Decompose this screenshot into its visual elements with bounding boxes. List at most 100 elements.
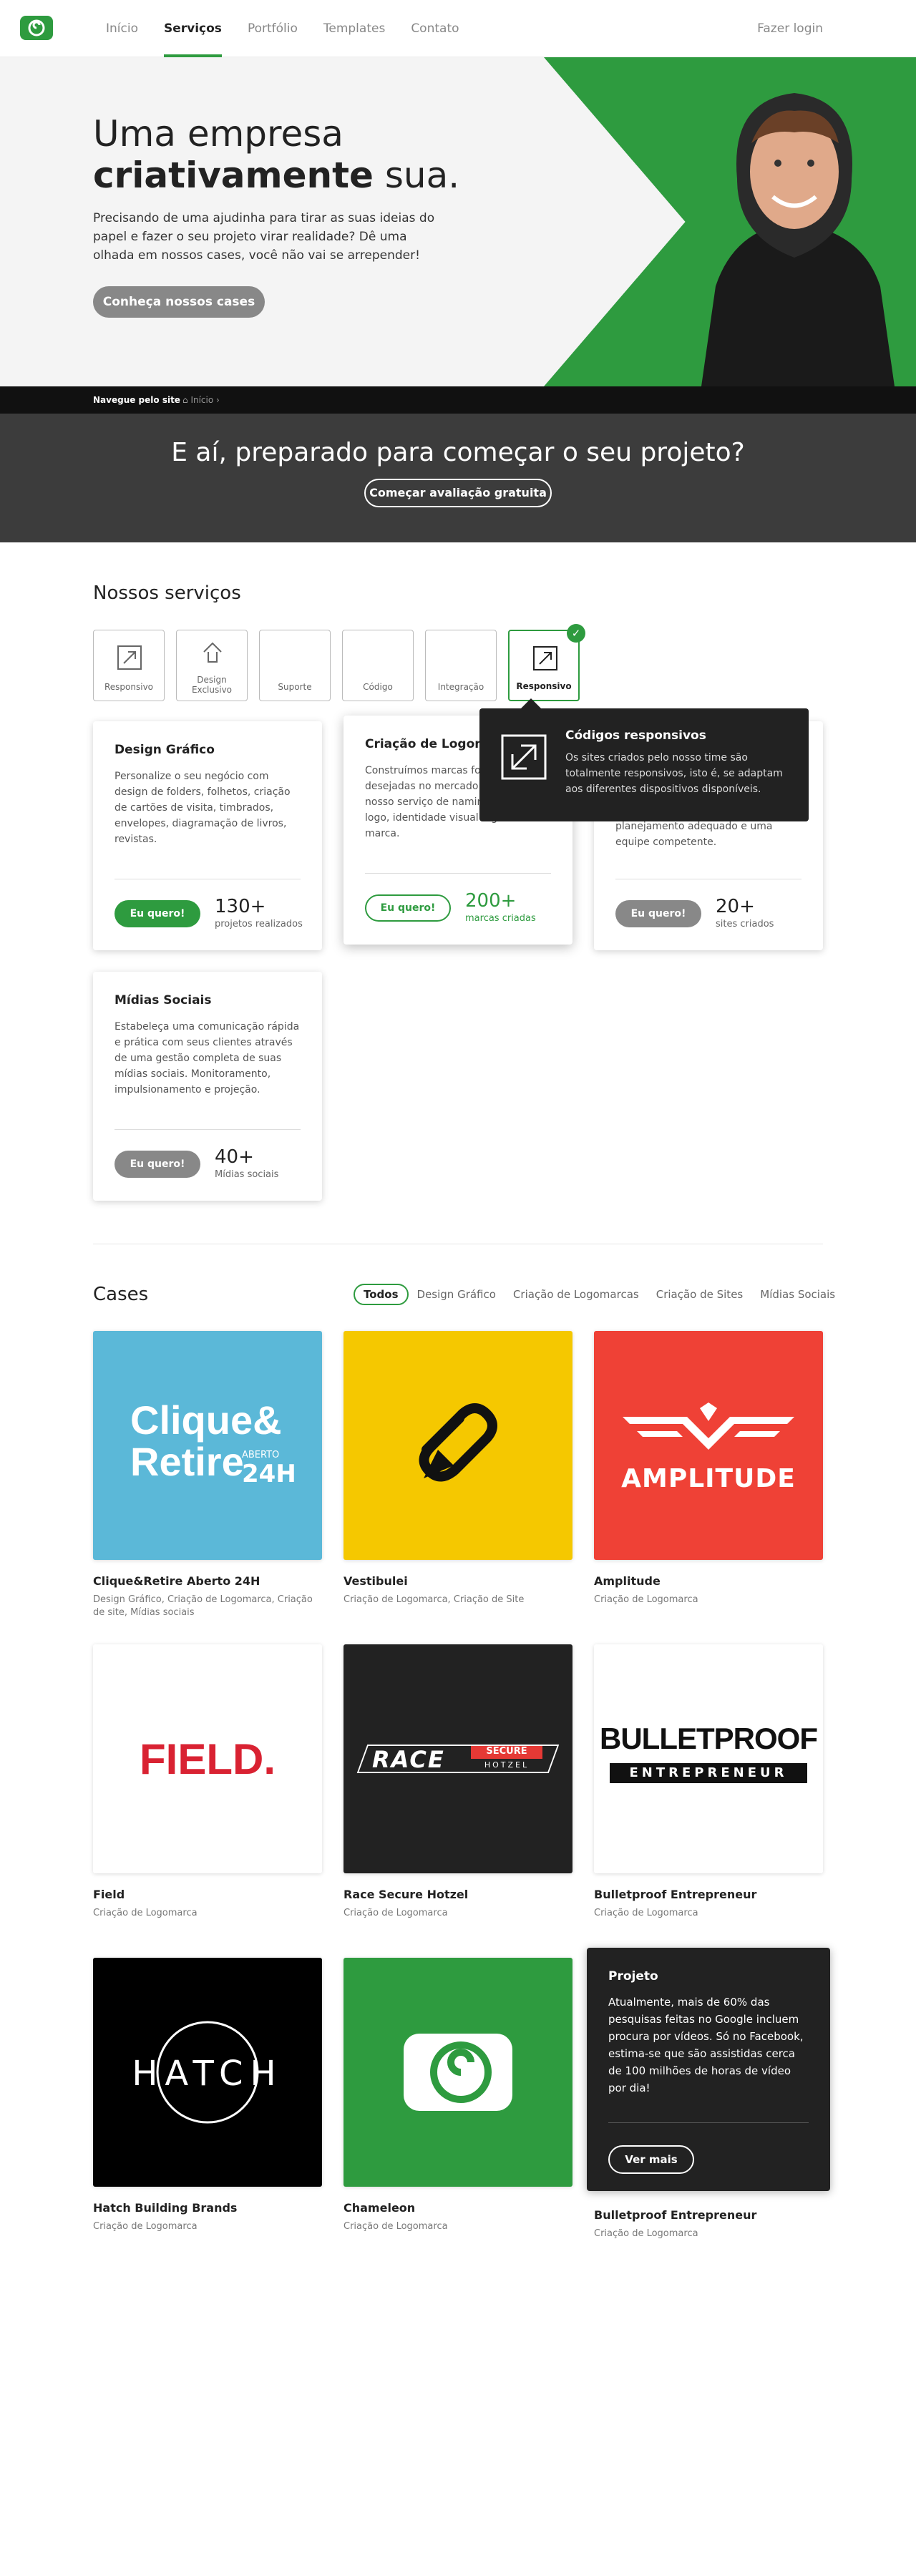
tab-integracao[interactable]: Integração	[425, 630, 497, 701]
check-icon: ✓	[567, 624, 585, 643]
logo-text: SECURE	[471, 1746, 542, 1759]
nav-contato[interactable]: Contato	[398, 0, 472, 57]
case-image: BULLETPROOF ENTREPRENEUR	[594, 1644, 823, 1873]
case-race-secure[interactable]: RACE SECURE HOTZEL Race Secure Hotzel Cr…	[344, 1644, 572, 1920]
expand-icon	[501, 734, 547, 780]
filter-logomarcas[interactable]: Criação de Logomarcas	[505, 1284, 648, 1305]
home-icon: ⌂	[182, 395, 191, 405]
breadcrumb-home-text: Início ›	[190, 395, 220, 405]
cases-title: Cases	[93, 1284, 149, 1305]
case-name: Bulletproof Entrepreneur	[594, 1888, 757, 1901]
case-category: Criação de Logomarca	[594, 2228, 698, 2239]
case-image: HATCH	[93, 1958, 322, 2187]
logo-text: RACE	[372, 1746, 445, 1773]
case-name: Chameleon	[344, 2201, 416, 2215]
breadcrumb-home[interactable]: ⌂ Início ›	[182, 395, 220, 405]
filter-design[interactable]: Design Gráfico	[409, 1284, 505, 1305]
logo-text: BULLETPROOF	[600, 1722, 818, 1755]
case-image: FIELD.	[93, 1644, 322, 1873]
card-text: planejamento adequado e uma equipe compe…	[615, 821, 773, 848]
nav-inicio[interactable]: Início	[93, 0, 151, 57]
nav-servicos[interactable]: Serviços	[151, 0, 235, 57]
hero-title-bold: criativamente	[93, 155, 374, 196]
case-name: Race Secure Hotzel	[344, 1888, 469, 1901]
card-number: 130+	[215, 896, 266, 917]
expand-icon	[117, 645, 142, 670]
filter-midias[interactable]: Mídias Sociais	[751, 1284, 844, 1305]
case-hatch[interactable]: HATCH Hatch Building Brands Criação de L…	[93, 1958, 322, 2233]
logo-text: Retire	[130, 1439, 244, 1484]
tab-codigo[interactable]: Código	[342, 630, 414, 701]
top-header: Início Serviços Portfólio Templates Cont…	[0, 0, 916, 57]
case-category: Design Gráfico, Criação de Logomarca, Cr…	[93, 1594, 313, 1618]
logo-icon	[28, 19, 45, 36]
logo-text: AMPLITUDE	[621, 1464, 796, 1493]
project-divider	[608, 2122, 809, 2123]
filter-sites[interactable]: Criação de Sites	[648, 1284, 752, 1305]
tab-responsivo-active[interactable]: Responsivo ✓	[508, 624, 585, 701]
project-text: Atualmente, mais de 60% das pesquisas fe…	[608, 1996, 804, 2094]
card-title: Design Gráfico	[114, 743, 215, 757]
service-tooltip: Códigos responsivos Os sites criados pel…	[479, 698, 809, 821]
page: Início Serviços Portfólio Templates Cont…	[0, 0, 916, 2576]
cta-banner: E aí, preparado para começar o seu proje…	[0, 414, 916, 542]
tab-label: Responsivo	[516, 681, 572, 691]
case-bulletproof[interactable]: BULLETPROOF ENTREPRENEUR Bulletproof Ent…	[594, 1644, 823, 1920]
card-text: Estabeleça uma comunicação rápida e prát…	[114, 1021, 300, 1096]
card-button[interactable]: Eu quero!	[615, 900, 701, 927]
case-chameleon[interactable]: Chameleon Criação de Logomarca	[344, 1958, 572, 2233]
cta-button[interactable]: Começar avaliação gratuita	[364, 479, 552, 507]
case-category: Criação de Logomarca	[594, 1908, 698, 1918]
card-unit: Mídias sociais	[215, 1169, 279, 1180]
logo[interactable]	[20, 16, 53, 40]
card-divider	[114, 1129, 301, 1130]
card-number: 40+	[215, 1146, 254, 1168]
case-field[interactable]: FIELD. Field Criação de Logomarca	[93, 1644, 322, 1920]
case-amplitude[interactable]: AMPLITUDE Amplitude Criação de Logomarca	[594, 1331, 823, 1606]
card-button[interactable]: Eu quero!	[114, 900, 200, 927]
logo-text: ENTREPRENEUR	[610, 1763, 807, 1783]
services-title: Nossos serviços	[93, 582, 241, 604]
logo-text: HATCH	[132, 2054, 283, 2094]
cta-title: E aí, preparado para começar o seu proje…	[171, 438, 745, 467]
nav-portfolio[interactable]: Portfólio	[235, 0, 311, 57]
case-image: RACE SECURE HOTZEL	[344, 1644, 572, 1873]
card-divider	[365, 873, 551, 874]
case-filters: Todos Design Gráfico Criação de Logomarc…	[354, 1284, 844, 1305]
service-card-design: Design Gráfico Personalize o seu negócio…	[93, 721, 322, 950]
design-icon	[203, 642, 222, 663]
case-image	[344, 1331, 572, 1560]
hero-cases-button[interactable]: Conheça nossos cases	[93, 286, 265, 318]
card-button[interactable]: Eu quero!	[365, 894, 451, 922]
card-button[interactable]: Eu quero!	[114, 1151, 200, 1178]
case-category: Criação de Logomarca, Criação de Site	[344, 1594, 525, 1605]
case-category: Criação de Logomarca	[93, 1908, 198, 1918]
tooltip-title: Códigos responsivos	[565, 728, 706, 743]
tab-design-exclusivo[interactable]: Design Exclusivo	[176, 630, 248, 701]
see-more-button[interactable]: Ver mais	[608, 2145, 694, 2174]
paperclip-logo-icon	[419, 1403, 497, 1482]
breadcrumb: Navegue pelo site ⌂ Início ›	[0, 386, 916, 414]
filter-todos[interactable]: Todos	[354, 1284, 409, 1305]
case-image	[344, 1958, 572, 2187]
tab-label: Código	[363, 682, 393, 692]
breadcrumb-label: Navegue pelo site	[93, 395, 180, 405]
card-title: Mídias Sociais	[114, 993, 212, 1008]
case-name: Clique&Retire Aberto 24H	[93, 1574, 260, 1588]
tab-label: Design Exclusivo	[191, 675, 233, 695]
case-category: Criação de Logomarca	[344, 1908, 448, 1918]
nav-templates[interactable]: Templates	[311, 0, 398, 57]
card-unit: sites criados	[716, 919, 774, 930]
wings-logo-icon	[623, 1402, 794, 1450]
hero-text: Precisando de uma ajudinha para tirar as…	[93, 211, 435, 263]
case-category: Criação de Logomarca	[594, 1594, 698, 1605]
logo-text: Clique&	[130, 1397, 282, 1443]
logo-text: FIELD.	[140, 1735, 276, 1783]
tab-responsivo[interactable]: Responsivo	[93, 630, 165, 701]
case-name: Bulletproof Entrepreneur	[594, 2208, 757, 2222]
service-card-midias: Mídias Sociais Estabeleça uma comunicaçã…	[93, 972, 322, 1201]
login-link[interactable]: Fazer login	[757, 0, 823, 57]
case-clique-retire[interactable]: Clique& Retire ABERTO 24H Clique&Retire A…	[93, 1331, 322, 1619]
case-vestibulei[interactable]: Vestibulei Criação de Logomarca, Criação…	[344, 1331, 572, 1606]
tab-suporte[interactable]: Suporte	[259, 630, 331, 701]
